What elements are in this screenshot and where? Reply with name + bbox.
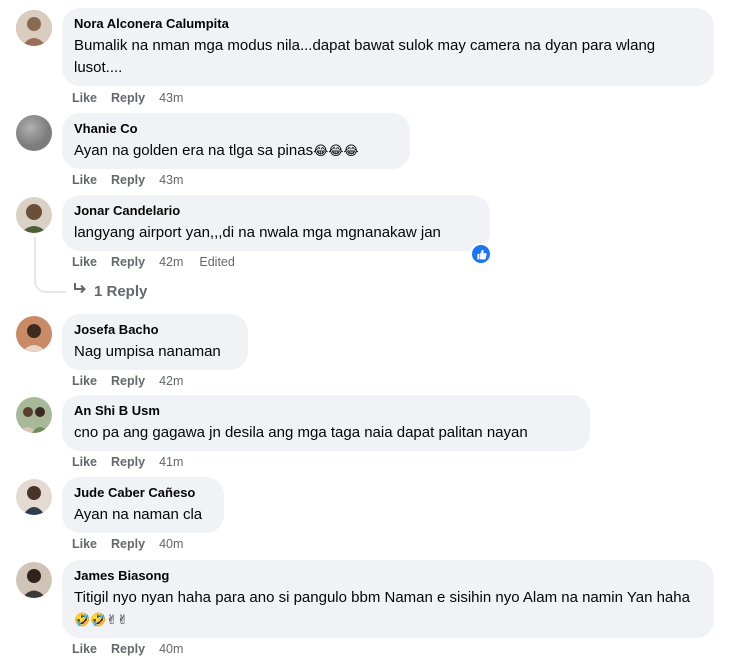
rolling-laughing-emoji-icon: 🤣🤣✌✌ [74, 612, 129, 627]
comment-timestamp[interactable]: 42m [159, 254, 183, 270]
comment-bubble: Jude Caber Cañeso Ayan na naman cla [62, 477, 224, 533]
reply-arrow-icon [72, 282, 88, 300]
comment-text: Nag umpisa nanaman [74, 343, 221, 360]
comment-author[interactable]: Jonar Candelario [74, 203, 478, 219]
comment-text: Titigil nyo nyan haha para ano si pangul… [74, 587, 702, 631]
like-button[interactable]: Like [72, 641, 97, 657]
like-button[interactable]: Like [72, 373, 97, 389]
comment-author[interactable]: An Shi B Usm [74, 403, 578, 419]
comment-text-body: Ayan na golden era na tlga sa pinas [74, 142, 314, 159]
comment-actions: Like Reply 40m [72, 536, 199, 552]
comment-actions: Like Reply 42m [72, 373, 199, 389]
view-replies-link[interactable]: 1 Reply [72, 282, 147, 300]
comment-text-body: Titigil nyo nyan haha para ano si pangul… [74, 589, 690, 606]
comment-author[interactable]: James Biasong [74, 568, 702, 584]
edited-label: Edited [199, 255, 235, 269]
avatar[interactable] [16, 397, 52, 433]
comment-actions: Like Reply 42m Edited [72, 254, 235, 270]
comment-author[interactable]: Josefa Bacho [74, 322, 236, 338]
comment-timestamp[interactable]: 41m [159, 454, 183, 470]
comment-timestamp[interactable]: 43m [159, 172, 183, 188]
avatar[interactable] [16, 115, 52, 151]
like-button[interactable]: Like [72, 536, 97, 552]
comment-bubble: Josefa Bacho Nag umpisa nanaman [62, 314, 248, 370]
thread-connector [34, 237, 66, 293]
reply-button[interactable]: Reply [111, 454, 145, 470]
reply-button[interactable]: Reply [111, 254, 145, 270]
comment-timestamp[interactable]: 43m [159, 90, 183, 106]
avatar[interactable] [16, 10, 52, 46]
comment-actions: Like Reply 40m [72, 641, 199, 657]
comment-actions: Like Reply 43m [72, 90, 199, 106]
comment-actions: Like Reply 43m [72, 172, 199, 188]
comment-actions: Like Reply 41m [72, 454, 199, 470]
comment-text: cno pa ang gagawa jn desila ang mga taga… [74, 424, 528, 441]
like-reaction-icon[interactable] [470, 243, 492, 265]
reply-count-label[interactable]: 1 Reply [94, 283, 147, 300]
reply-button[interactable]: Reply [111, 641, 145, 657]
reply-button[interactable]: Reply [111, 90, 145, 106]
comment-bubble: Jonar Candelario langyang airport yan,,,… [62, 195, 490, 251]
avatar[interactable] [16, 562, 52, 598]
reply-button[interactable]: Reply [111, 536, 145, 552]
avatar[interactable] [16, 197, 52, 233]
comment-author[interactable]: Nora Alconera Calumpita [74, 16, 702, 32]
like-button[interactable]: Like [72, 254, 97, 270]
laughing-emoji-icon: 😂😂😂 [313, 143, 359, 158]
comment-author[interactable]: Vhanie Co [74, 121, 398, 137]
comment-timestamp[interactable]: 40m [159, 536, 183, 552]
comment-bubble: James Biasong Titigil nyo nyan haha para… [62, 560, 714, 638]
comment-author[interactable]: Jude Caber Cañeso [74, 485, 212, 501]
comment-text: Ayan na golden era na tlga sa pinas😂😂😂 [74, 140, 398, 162]
like-button[interactable]: Like [72, 90, 97, 106]
like-button[interactable]: Like [72, 172, 97, 188]
like-button[interactable]: Like [72, 454, 97, 470]
avatar[interactable] [16, 479, 52, 515]
comment-bubble: Nora Alconera Calumpita Bumalik na nman … [62, 8, 714, 86]
comment-text: langyang airport yan,,,di na nwala mga m… [74, 224, 441, 241]
reply-button[interactable]: Reply [111, 172, 145, 188]
comment-timestamp[interactable]: 42m [159, 373, 183, 389]
comment-timestamp[interactable]: 40m [159, 641, 183, 657]
comment-text: Ayan na naman cla [74, 506, 203, 523]
comment-text: Bumalik na nman mga modus nila...dapat b… [74, 37, 656, 76]
comment-bubble: Vhanie Co Ayan na golden era na tlga sa … [62, 113, 410, 169]
reply-button[interactable]: Reply [111, 373, 145, 389]
avatar[interactable] [16, 316, 52, 352]
comment-bubble: An Shi B Usm cno pa ang gagawa jn desila… [62, 395, 590, 451]
